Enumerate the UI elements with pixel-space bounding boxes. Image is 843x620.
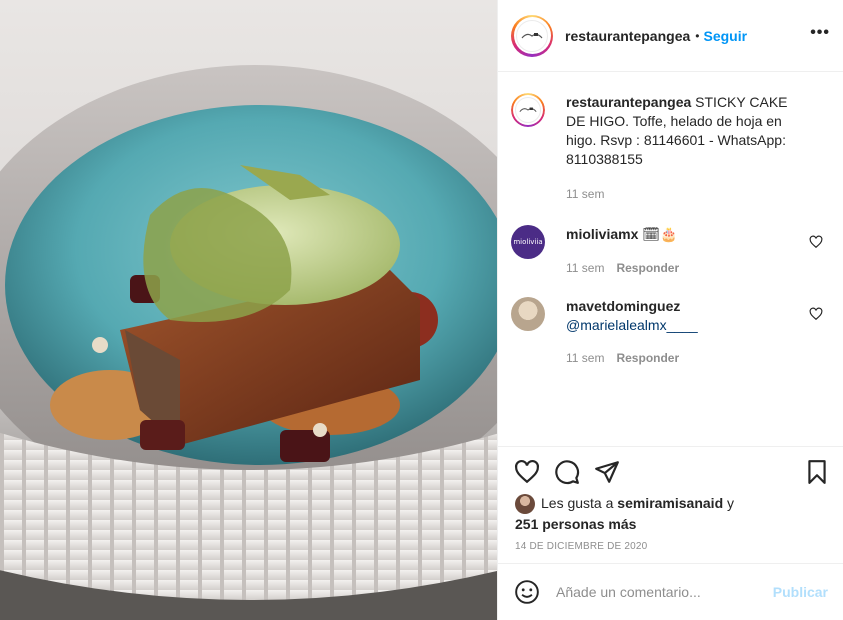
like-comment-heart-icon[interactable]	[809, 235, 823, 249]
post-photo[interactable]	[0, 0, 497, 620]
save-bookmark-icon[interactable]	[804, 459, 830, 485]
share-paper-plane-icon[interactable]	[594, 459, 620, 485]
publish-button[interactable]: Publicar	[773, 584, 828, 600]
commenter-avatar[interactable]	[511, 297, 545, 331]
liker-avatar[interactable]	[515, 494, 535, 515]
like-heart-icon[interactable]	[514, 459, 540, 485]
follow-button[interactable]: Seguir	[703, 28, 747, 44]
restaurant-logo-icon	[515, 97, 541, 123]
comment-mention[interactable]: @marielalealmx____	[566, 317, 698, 333]
likes-connector: y	[727, 495, 735, 511]
comment-input[interactable]: Añade un comentario...	[556, 584, 701, 600]
post-actions: Les gusta a semiramisanaid y 251 persona…	[498, 446, 843, 560]
comments-list: restaurantepangea STICKY CAKE DE HIGO. T…	[498, 73, 843, 445]
dessert-photo-illustration	[0, 65, 497, 620]
comment-text: mioliviamx 🗓🎂	[566, 225, 806, 244]
add-comment-bar: Añade un comentario... Publicar	[498, 563, 843, 620]
reply-button[interactable]: Responder	[616, 351, 679, 365]
comment-bubble-icon[interactable]	[554, 459, 580, 485]
more-options-icon[interactable]: •••	[810, 24, 830, 42]
comment-username[interactable]: mioliviamx	[566, 226, 638, 242]
reply-button[interactable]: Responder	[616, 261, 679, 275]
likes-prefix: Les gusta a	[541, 495, 614, 511]
comment-username[interactable]: mavetdominguez	[566, 298, 680, 314]
post-header: restaurantepangea • Seguir •••	[498, 0, 843, 72]
restaurant-logo-icon	[516, 19, 548, 52]
likes-summary: Les gusta a semiramisanaid y 251 persona…	[515, 493, 734, 534]
comment-time[interactable]: 11 sem	[566, 351, 604, 365]
caption-text: restaurantepangea STICKY CAKE DE HIGO. T…	[566, 93, 806, 169]
avatar-text: mioliviia	[513, 238, 543, 246]
comment-meta: 11 sem Responder	[566, 261, 679, 275]
caption-username[interactable]: restaurantepangea	[566, 94, 691, 110]
caption-time[interactable]: 11 sem	[566, 187, 604, 201]
post-date[interactable]: 14 DE DICIEMBRE DE 2020	[515, 541, 647, 552]
post-side-panel: restaurantepangea • Seguir ••• restauran…	[497, 0, 843, 620]
action-icons	[514, 459, 620, 485]
caption-avatar[interactable]	[511, 93, 545, 127]
instagram-post: restaurantepangea • Seguir ••• restauran…	[0, 0, 843, 620]
comment-text: mavetdominguez @marielalealmx____	[566, 297, 806, 335]
caption-meta: 11 sem	[566, 187, 604, 201]
comment-time[interactable]: 11 sem	[566, 261, 604, 275]
comment-meta: 11 sem Responder	[566, 351, 679, 365]
commenter-avatar[interactable]: mioliviia	[511, 225, 545, 259]
emoji-smiley-icon[interactable]	[514, 579, 540, 605]
liker-username[interactable]: semiramisanaid	[617, 495, 723, 511]
comment-body: 🗓🎂	[642, 226, 678, 242]
like-comment-heart-icon[interactable]	[809, 307, 823, 321]
author-avatar[interactable]	[511, 14, 553, 57]
separator-dot: •	[695, 28, 700, 43]
author-username[interactable]: restaurantepangea	[565, 28, 690, 44]
likes-others-count[interactable]: 251 personas más	[515, 516, 636, 532]
